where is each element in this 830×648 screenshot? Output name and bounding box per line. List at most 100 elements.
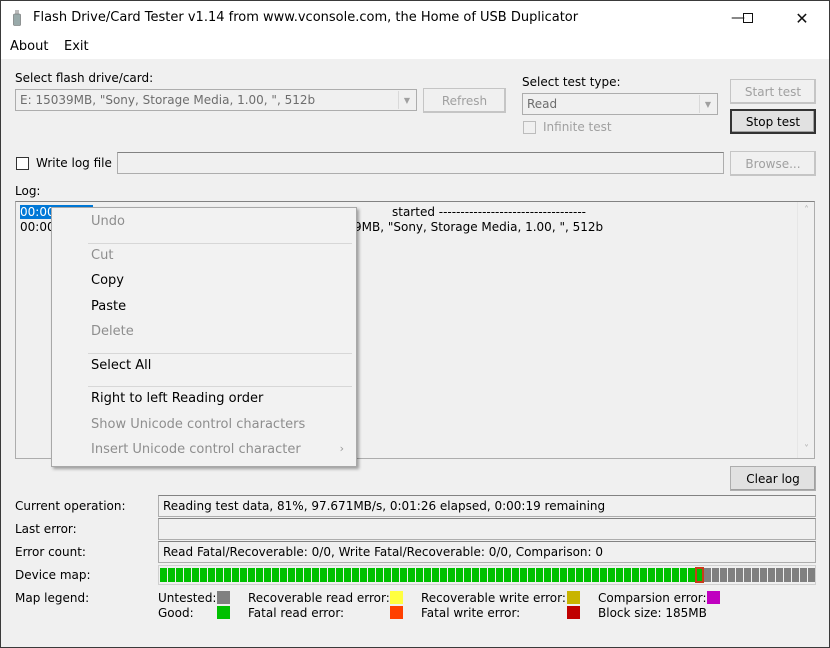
map-block-good — [280, 568, 287, 582]
log-line-right: 9MB, "Sony, Storage Media, 1.00, ", 512b — [354, 220, 604, 234]
map-block-good — [216, 568, 223, 582]
map-block-good — [688, 568, 695, 582]
map-block-good — [496, 568, 503, 582]
map-block-good — [432, 568, 439, 582]
map-block-good — [544, 568, 551, 582]
browse-button[interactable]: Browse... — [730, 151, 816, 176]
write-log-file-checkbox[interactable] — [16, 157, 29, 170]
submenu-arrow-icon: › — [339, 442, 344, 455]
context-menu: Undo Cut Copy Paste Delete Select All Right to… — [51, 207, 357, 467]
map-block-good — [288, 568, 295, 582]
close-button[interactable]: ✕ — [779, 1, 825, 35]
menu-exit[interactable]: Exit — [64, 39, 89, 54]
map-block-good — [488, 568, 495, 582]
context-menu-item-cut[interactable]: Cut — [91, 248, 113, 263]
close-icon: ✕ — [795, 8, 809, 28]
drive-select[interactable]: E: 15039MB, "Sony, Storage Media, 1.00, … — [15, 89, 417, 111]
map-block-good — [632, 568, 639, 582]
context-menu-item-show-unicode-control-characters[interactable]: Show Unicode control characters — [91, 417, 305, 432]
context-menu-item-right-to-left-reading-order[interactable]: Right to left Reading order — [91, 391, 263, 406]
map-block-good — [456, 568, 463, 582]
map-block-good — [400, 568, 407, 582]
map-block-good — [600, 568, 607, 582]
map-block-good — [368, 568, 375, 582]
test-type-select[interactable]: Read ▼ — [522, 93, 718, 115]
map-block-untested — [760, 568, 767, 582]
refresh-button[interactable]: Refresh — [423, 88, 506, 113]
map-block-good — [344, 568, 351, 582]
legend-fatal-read-label: Fatal read error: — [248, 606, 345, 620]
context-menu-item-insert-unicode-control-character[interactable]: Insert Unicode control character — [91, 442, 301, 457]
scroll-up-icon[interactable]: ˄ — [798, 202, 815, 219]
main-panel: Select flash drive/card: E: 15039MB, "So… — [1, 59, 829, 647]
clear-log-button[interactable]: Clear log — [730, 466, 816, 491]
start-test-button[interactable]: Start test — [730, 79, 816, 104]
map-block-good — [296, 568, 303, 582]
map-block-untested — [768, 568, 775, 582]
device-map-label: Device map: — [15, 568, 91, 582]
map-block-good — [520, 568, 527, 582]
context-menu-item-undo[interactable]: Undo — [91, 214, 125, 229]
map-block-untested — [736, 568, 743, 582]
context-menu-item-select-all[interactable]: Select All — [91, 358, 151, 373]
legend-fatal-write-swatch — [567, 606, 580, 619]
map-block-good — [200, 568, 207, 582]
map-block-good — [256, 568, 263, 582]
current-operation-field: Reading test data, 81%, 97.671MB/s, 0:01… — [158, 495, 816, 517]
map-block-good — [680, 568, 687, 582]
last-error-label: Last error: — [15, 522, 77, 536]
map-block-untested — [704, 568, 711, 582]
map-block-good — [584, 568, 591, 582]
map-block-current — [695, 567, 704, 583]
map-block-good — [168, 568, 175, 582]
chevron-down-icon: ▼ — [699, 95, 716, 113]
map-block-good — [408, 568, 415, 582]
map-block-good — [304, 568, 311, 582]
current-operation-label: Current operation: — [15, 499, 126, 513]
menu-separator — [88, 386, 352, 387]
app-window: Flash Drive/Card Tester v1.14 from www.v… — [0, 0, 830, 648]
window-title: Flash Drive/Card Tester v1.14 from www.v… — [33, 10, 579, 25]
legend-fatal-write-label: Fatal write error: — [421, 606, 521, 620]
drive-select-value: E: 15039MB, "Sony, Storage Media, 1.00, … — [20, 93, 316, 107]
map-block-good — [512, 568, 519, 582]
map-block-good — [608, 568, 615, 582]
legend-recoverable-read-swatch — [390, 591, 403, 604]
map-block-good — [552, 568, 559, 582]
map-block-good — [360, 568, 367, 582]
map-block-good — [464, 568, 471, 582]
map-block-good — [576, 568, 583, 582]
map-block-good — [352, 568, 359, 582]
block-size-label: Block size: 185MB — [598, 606, 707, 620]
map-block-untested — [752, 568, 759, 582]
context-menu-item-delete[interactable]: Delete — [91, 324, 134, 339]
legend-recoverable-write-swatch — [567, 591, 580, 604]
context-menu-item-copy[interactable]: Copy — [91, 273, 124, 288]
map-block-good — [416, 568, 423, 582]
map-block-good — [392, 568, 399, 582]
map-legend-label: Map legend: — [15, 591, 90, 605]
legend-recoverable-read-label: Recoverable read error: — [248, 591, 390, 605]
scroll-down-icon[interactable]: ˅ — [798, 441, 815, 458]
write-log-file-label: Write log file — [36, 156, 112, 170]
log-scrollbar[interactable]: ˄ ˅ — [797, 202, 814, 458]
test-type-label: Select test type: — [522, 75, 621, 89]
maximize-button[interactable] — [725, 1, 771, 35]
map-block-good — [192, 568, 199, 582]
drive-label: Select flash drive/card: — [15, 71, 154, 85]
map-block-good — [480, 568, 487, 582]
map-block-untested — [800, 568, 807, 582]
menu-about[interactable]: About — [10, 39, 48, 54]
map-block-good — [176, 568, 183, 582]
map-block-good — [536, 568, 543, 582]
stop-test-button[interactable]: Stop test — [730, 109, 816, 134]
legend-comparison-swatch — [707, 591, 720, 604]
context-menu-item-paste[interactable]: Paste — [91, 299, 126, 314]
maximize-icon — [743, 13, 753, 23]
log-file-path-input[interactable] — [117, 152, 724, 174]
legend-fatal-read-swatch — [390, 606, 403, 619]
title-bar: Flash Drive/Card Tester v1.14 from www.v… — [1, 1, 829, 35]
infinite-test-checkbox[interactable] — [523, 121, 536, 134]
legend-untested-label: Untested: — [158, 591, 217, 605]
map-block-good — [560, 568, 567, 582]
